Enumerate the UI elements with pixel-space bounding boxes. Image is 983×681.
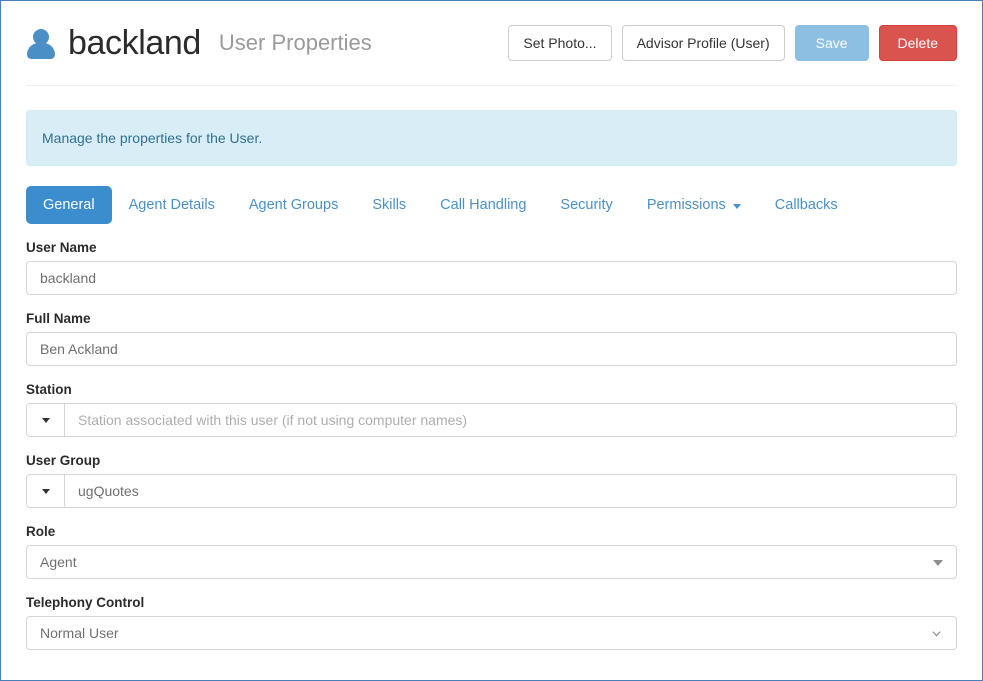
chevron-down-icon	[41, 417, 50, 423]
tab-label: Skills	[372, 197, 407, 213]
tab-label: Security	[560, 197, 613, 213]
set-photo-button[interactable]: Set Photo...	[508, 25, 612, 61]
user-name-label: User Name	[26, 240, 97, 255]
full-name-label: Full Name	[26, 311, 91, 326]
tab-label: Call Handling	[440, 197, 527, 213]
station-placeholder[interactable]: Station associated with this user (if no…	[65, 412, 467, 428]
user-name-input[interactable]: backland	[26, 261, 957, 295]
tab-label: Callbacks	[774, 197, 838, 213]
station-dropdown-button[interactable]	[27, 404, 65, 436]
page-subtitle: User Properties	[218, 30, 372, 55]
field-role: Role Agent	[26, 524, 957, 579]
telephony-control-value: Normal User	[40, 625, 119, 641]
role-label: Role	[26, 524, 56, 539]
tab-general[interactable]: General	[26, 186, 112, 224]
caret-down-icon	[933, 560, 943, 566]
user-group-input-group: ugQuotes	[26, 474, 957, 508]
tab-bar: General Agent Details Agent Groups Skill…	[26, 186, 957, 224]
save-button[interactable]: Save	[794, 25, 869, 61]
user-group-label: User Group	[26, 453, 101, 468]
page-title: backland	[68, 24, 201, 62]
person-icon	[26, 27, 56, 59]
user-group-dropdown-button[interactable]	[27, 475, 65, 507]
tab-label: Permissions	[646, 197, 726, 213]
user-properties-window: backland User Properties Set Photo... Ad…	[0, 0, 983, 681]
field-user-group: User Group ugQuotes	[26, 453, 957, 508]
role-select[interactable]: Agent	[26, 545, 957, 579]
tab-callbacks[interactable]: Callbacks	[758, 186, 855, 224]
tab-permissions[interactable]: Permissions	[630, 186, 758, 224]
station-label: Station	[26, 382, 72, 397]
tab-agent-details[interactable]: Agent Details	[112, 186, 232, 224]
advisor-profile-button[interactable]: Advisor Profile (User)	[621, 25, 785, 61]
general-form: User Name backland Full Name Ben Ackland…	[26, 240, 957, 650]
tab-label: Agent Details	[128, 197, 215, 213]
field-station: Station Station associated with this use…	[26, 382, 957, 437]
full-name-value: Ben Ackland	[40, 341, 118, 357]
chevron-down-icon	[732, 203, 741, 209]
station-input-group: Station associated with this user (if no…	[26, 403, 957, 437]
full-name-input[interactable]: Ben Ackland	[26, 332, 957, 366]
tab-security[interactable]: Security	[543, 186, 629, 224]
page-header: backland User Properties Set Photo... Ad…	[26, 1, 957, 86]
field-full-name: Full Name Ben Ackland	[26, 311, 957, 366]
field-telephony-control: Telephony Control Normal User	[26, 595, 957, 650]
tab-call-handling[interactable]: Call Handling	[423, 186, 543, 224]
tab-label: General	[43, 197, 95, 213]
info-alert: Manage the properties for the User.	[26, 110, 957, 166]
brand: backland User Properties	[26, 26, 372, 60]
user-name-value: backland	[40, 270, 97, 286]
tab-label: Agent Groups	[248, 197, 339, 213]
field-user-name: User Name backland	[26, 240, 957, 295]
delete-button[interactable]: Delete	[878, 25, 957, 61]
tab-agent-groups[interactable]: Agent Groups	[232, 186, 355, 224]
user-group-value[interactable]: ugQuotes	[65, 483, 139, 499]
telephony-control-select[interactable]: Normal User	[26, 616, 957, 650]
telephony-control-label: Telephony Control	[26, 595, 145, 610]
window-content: backland User Properties Set Photo... Ad…	[1, 1, 982, 650]
header-actions: Set Photo... Advisor Profile (User) Save…	[508, 25, 957, 61]
role-value: Agent	[40, 554, 77, 570]
tab-skills[interactable]: Skills	[355, 186, 423, 224]
chevron-down-icon	[932, 631, 941, 637]
chevron-down-icon	[41, 488, 50, 494]
